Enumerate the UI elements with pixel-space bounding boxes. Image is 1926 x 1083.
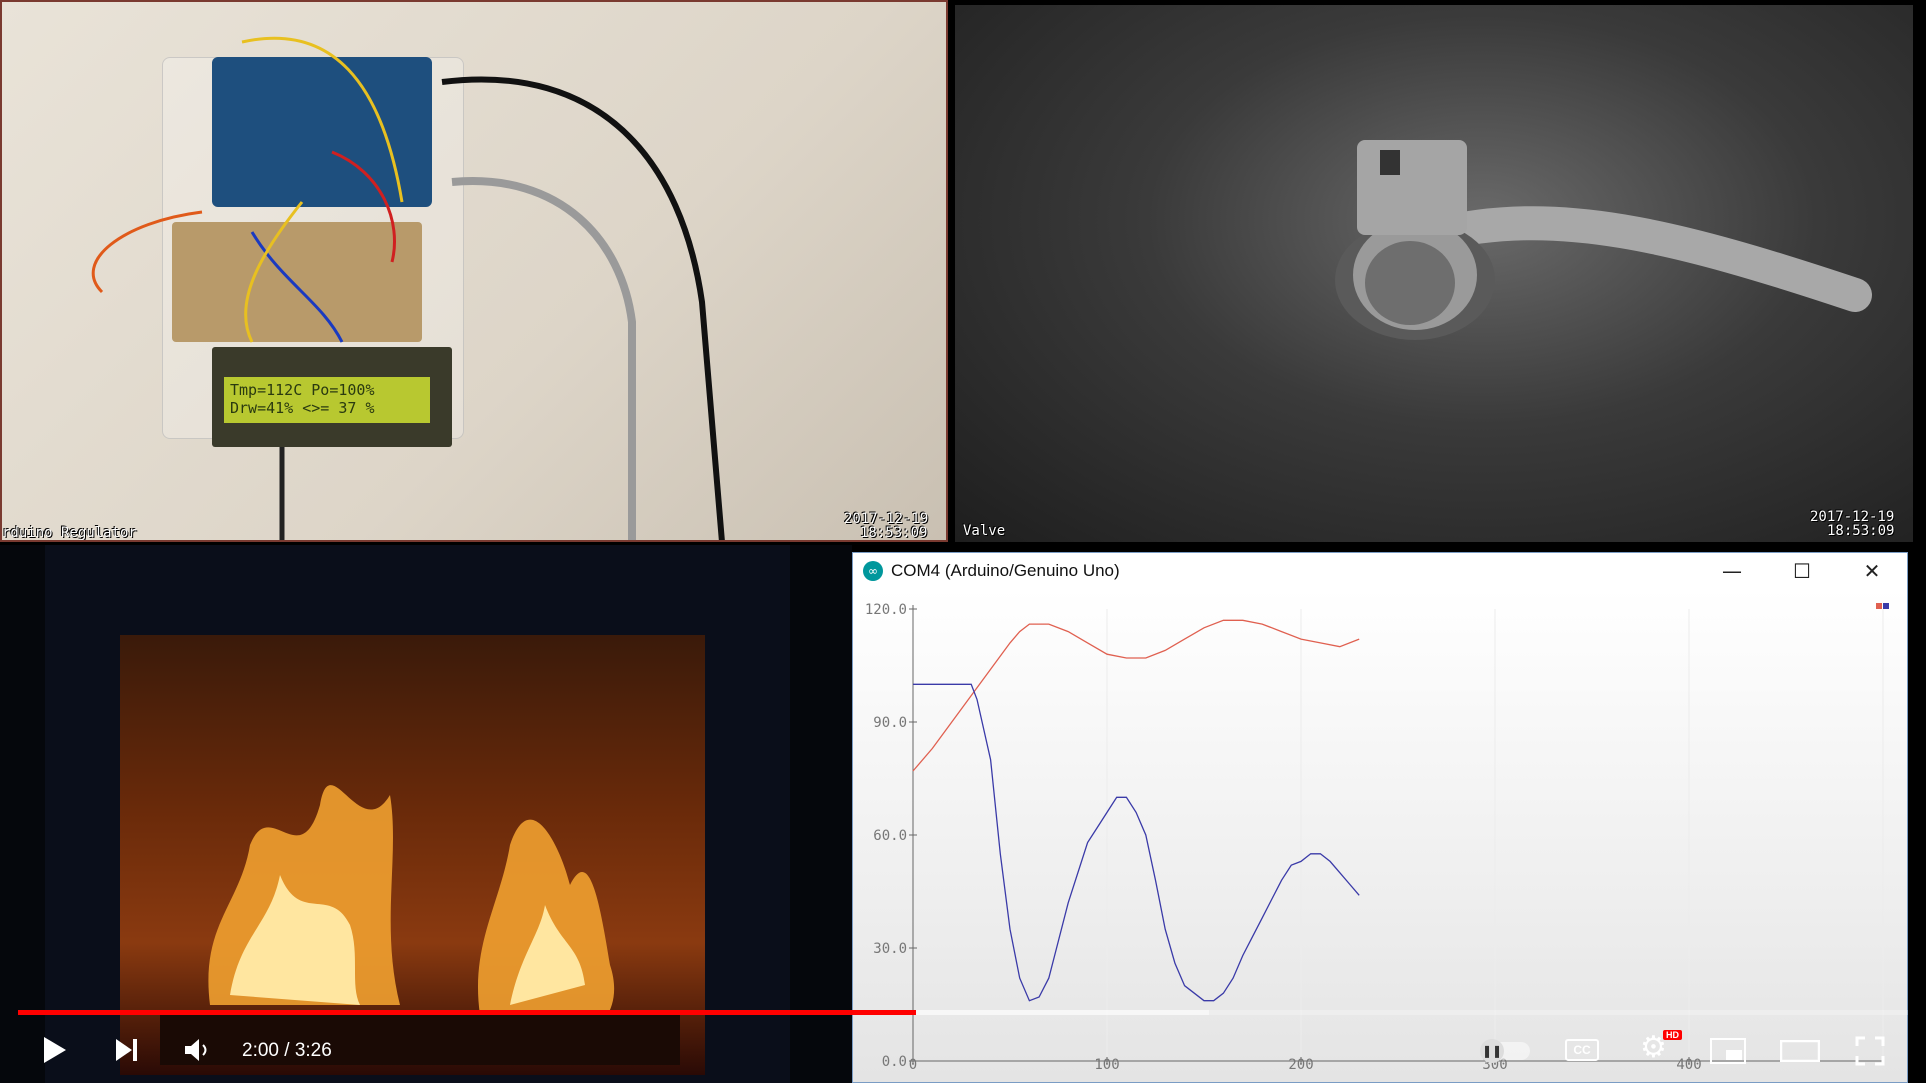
flames-illustration [160,785,680,1065]
camera-feed-arduino: Tmp=112C Po=100% Drw=41% <>= 37 % rduino… [0,0,948,542]
arduino-icon: ∞ [863,561,883,581]
valve-illustration [1335,140,1872,340]
y-tick-label: 0.0 [882,1054,907,1070]
camera-date: 2017-12-19 [844,511,929,527]
lcd-display: Tmp=112C Po=100% Drw=41% <>= 37 % [212,347,452,447]
x-tick-label: 400 [1676,1057,1701,1073]
captions-label: CC [1573,1043,1591,1057]
time-display: 2:00 / 3:26 [242,1040,332,1061]
play-icon[interactable] [42,1035,68,1065]
camera-feed-valve: Valve 2017-12-19 18:53:09 [955,5,1913,542]
camera-time: 18:53:09 [860,525,928,541]
camera-label: rduino Regulator [2,525,137,541]
camera-feed-fireplace [0,545,852,1083]
window-titlebar[interactable]: ∞ COM4 (Arduino/Genuino Uno) — ☐ ✕ [853,553,1907,589]
maximize-button[interactable]: ☐ [1767,559,1837,583]
x-tick-label: 200 [1288,1057,1313,1073]
volume-icon[interactable] [183,1037,213,1063]
captions-button[interactable]: CC [1565,1039,1599,1061]
minimize-button[interactable]: — [1697,559,1767,583]
progress-played [18,1010,916,1015]
legend-swatch [1883,603,1889,609]
autoplay-toggle[interactable]: ❚❚ [1480,1039,1530,1063]
serial-plotter-window[interactable]: ∞ COM4 (Arduino/Genuino Uno) — ☐ ✕ 120.0… [852,552,1908,1083]
y-tick-label: 60.0 [873,828,907,844]
hd-badge: HD [1663,1030,1682,1040]
camera-time: 18:53:09 [1827,523,1895,539]
lcd-line-1: Tmp=112C Po=100% [230,381,375,399]
plot-background [853,589,1907,1082]
camera-label: Valve [963,523,1006,539]
legend-swatch [1876,603,1882,609]
y-tick-label: 30.0 [873,941,907,957]
y-tick-label: 120.0 [865,602,907,618]
next-icon[interactable] [114,1037,140,1063]
lcd-line-2: Drw=41% <>= 37 % [230,399,375,417]
y-tick-label: 90.0 [873,715,907,731]
autoplay-knob: ❚❚ [1480,1039,1504,1063]
x-tick-label: 100 [1094,1057,1119,1073]
wires-illustration [91,36,725,540]
window-title: COM4 (Arduino/Genuino Uno) [891,561,1120,580]
close-button[interactable]: ✕ [1837,559,1907,583]
theater-mode-icon[interactable] [1780,1040,1820,1062]
miniplayer-icon[interactable] [1710,1038,1746,1064]
fullscreen-icon[interactable] [1855,1036,1885,1066]
progress-bar[interactable] [18,1010,1908,1015]
serial-plot-chart: 120.090.060.030.00.0 0 100 200 300 400 [853,589,1907,1082]
camera-date: 2017-12-19 [1810,509,1895,525]
x-tick-label: 0 [909,1057,917,1073]
